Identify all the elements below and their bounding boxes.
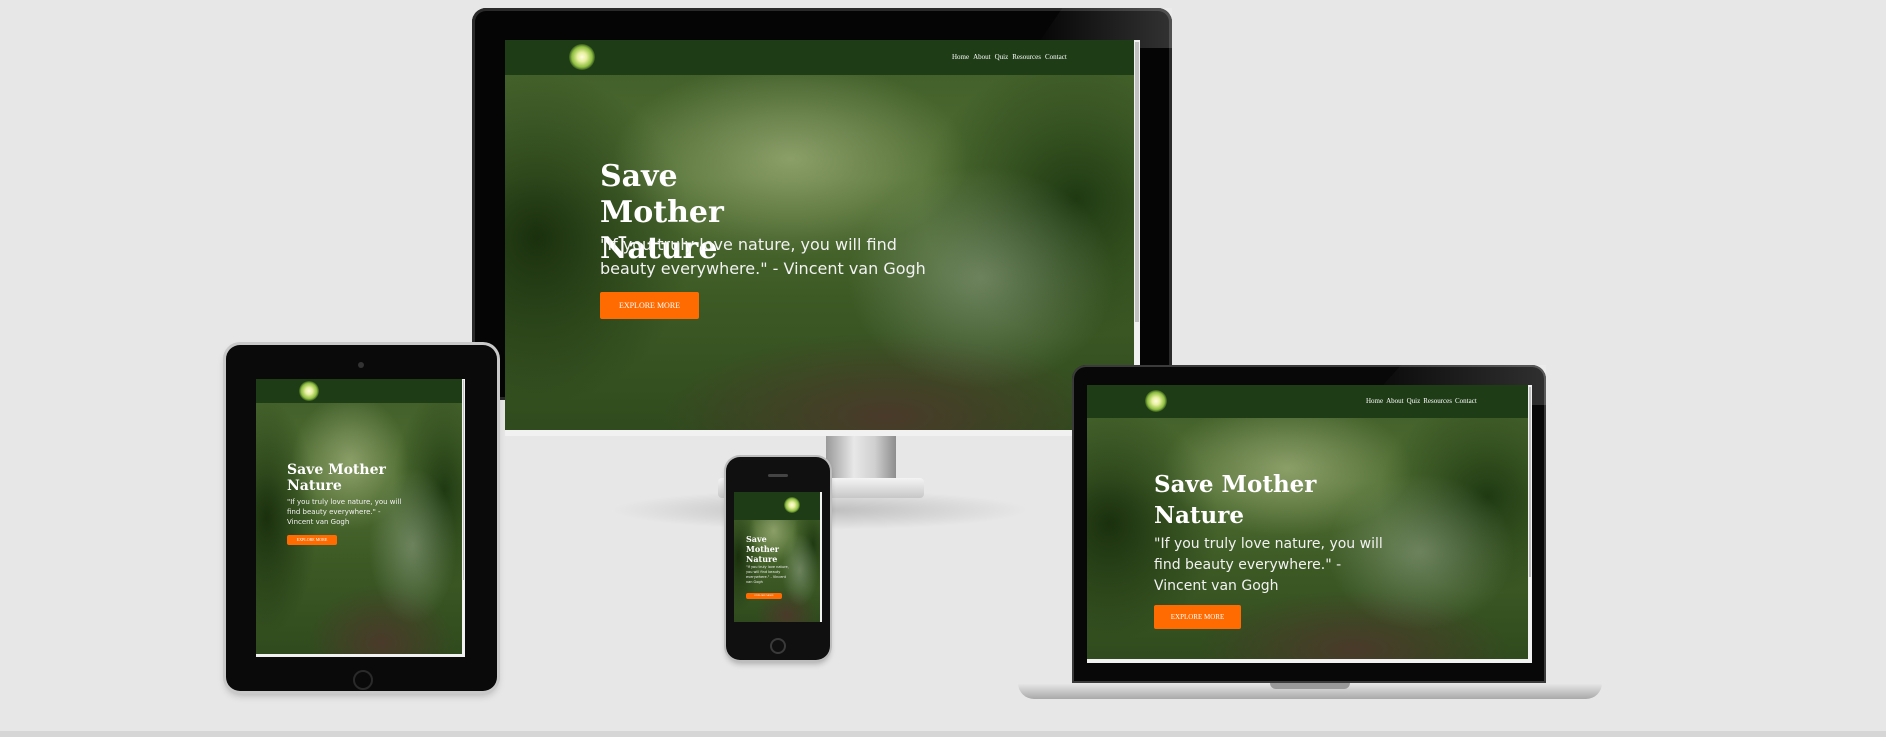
scrollbar-thumb[interactable]	[463, 380, 464, 580]
laptop-site-screen: Home About Quiz Resources Contact Save M…	[1087, 385, 1532, 663]
hero-title: Save Mother Nature	[1154, 471, 1317, 529]
tablet-home-button	[353, 670, 373, 690]
nav-contact-link[interactable]: Contact	[1455, 397, 1477, 405]
nav-about-link[interactable]: About	[1386, 397, 1404, 405]
scrollbar-thumb[interactable]	[1529, 387, 1531, 577]
vertical-scrollbar[interactable]	[462, 379, 465, 657]
nav-menu: Home About Quiz Resources Contact	[1366, 397, 1477, 405]
explore-more-button[interactable]: EXPLORE MORE	[1154, 605, 1241, 629]
site-navbar	[256, 379, 465, 403]
site-navbar	[734, 492, 822, 520]
site-navbar: Home About Quiz Resources Contact	[1087, 385, 1532, 418]
phone-speaker	[768, 474, 788, 477]
phone-home-button	[770, 638, 786, 654]
nav-menu: Home About Quiz Resources Contact	[952, 53, 1067, 61]
scrollbar-thumb[interactable]	[1135, 42, 1139, 322]
floor-line	[0, 731, 1886, 737]
hero-quote: "If you truly love nature, you will find…	[287, 498, 402, 526]
logo-icon[interactable]	[1145, 390, 1167, 412]
hero-title: Save Mother Nature	[746, 534, 780, 564]
logo-icon[interactable]	[299, 381, 319, 401]
nav-contact-link[interactable]: Contact	[1045, 53, 1067, 61]
nav-resources-link[interactable]: Resources	[1423, 397, 1452, 405]
hero-title: Save Mother Nature	[287, 462, 386, 494]
phone-site-screen: Save Mother Nature "If you truly love na…	[734, 492, 822, 622]
nav-quiz-link[interactable]: Quiz	[995, 53, 1009, 61]
nav-resources-link[interactable]: Resources	[1012, 53, 1041, 61]
laptop-opening-notch	[1270, 683, 1350, 689]
logo-icon[interactable]	[784, 497, 800, 513]
responsive-mockup: Home About Quiz Resources Contact Save M…	[0, 0, 1886, 737]
desktop-site-screen: Home About Quiz Resources Contact Save M…	[505, 40, 1140, 436]
horizontal-scrollbar[interactable]	[1087, 659, 1532, 663]
nav-quiz-link[interactable]: Quiz	[1407, 397, 1421, 405]
horizontal-scrollbar[interactable]	[505, 430, 1140, 436]
logo-icon[interactable]	[569, 44, 595, 70]
horizontal-scrollbar[interactable]	[256, 654, 465, 657]
explore-more-button[interactable]: EXPLORE MORE	[600, 292, 699, 319]
explore-more-button[interactable]: EXPLORE MORE	[746, 593, 782, 599]
tablet-site-screen: Save Mother Nature "If you truly love na…	[256, 379, 465, 657]
tablet-camera	[358, 362, 364, 368]
hero-quote: "If you truly love nature, you will find…	[600, 235, 926, 278]
nav-about-link[interactable]: About	[973, 53, 991, 61]
explore-more-button[interactable]: EXPLORE MORE	[287, 535, 337, 545]
hero-quote: "If you truly love nature, you will find…	[746, 565, 789, 584]
nav-home-link[interactable]: Home	[1366, 397, 1383, 405]
vertical-scrollbar[interactable]	[1528, 385, 1532, 663]
hero-quote: "If you truly love nature, you will find…	[1154, 536, 1383, 594]
site-navbar: Home About Quiz Resources Contact	[505, 40, 1140, 75]
nav-home-link[interactable]: Home	[952, 53, 969, 61]
vertical-scrollbar[interactable]	[820, 492, 822, 622]
